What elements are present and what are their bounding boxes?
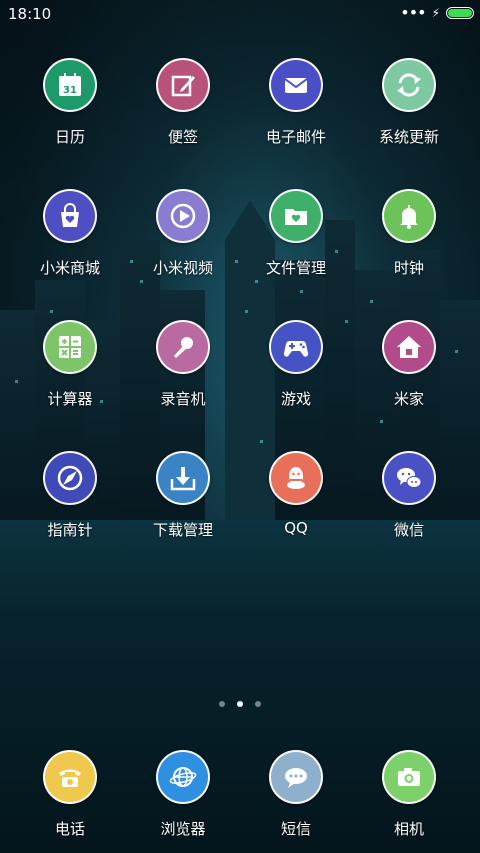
app-label: QQ (284, 519, 308, 537)
app-label: 录音机 (160, 390, 206, 408)
note-edit-icon (156, 58, 210, 112)
app-downloads[interactable]: 下载管理 (127, 451, 239, 540)
app-calculator[interactable]: 计算器 (14, 320, 126, 409)
house-icon (382, 320, 436, 374)
app-label: 相机 (393, 820, 424, 838)
app-mijia[interactable]: 米家 (353, 320, 465, 409)
app-label: 微信 (393, 521, 424, 539)
dock-browser[interactable]: 浏览器 (127, 750, 239, 839)
microphone-icon (156, 320, 210, 374)
camera-icon (382, 750, 436, 804)
app-wechat[interactable]: 微信 (353, 451, 465, 540)
app-label: 系统更新 (378, 128, 439, 146)
app-label: 日历 (54, 128, 85, 146)
app-label: 计算器 (47, 390, 93, 408)
charging-icon: ⚡ (431, 6, 440, 20)
app-clock[interactable]: 时钟 (353, 189, 465, 278)
app-notes[interactable]: 便签 (127, 58, 239, 147)
globe-icon (156, 750, 210, 804)
app-mi-store[interactable]: 小米商城 (14, 189, 126, 278)
refresh-arrows-icon (382, 58, 436, 112)
bell-icon (382, 189, 436, 243)
compass-icon (43, 451, 97, 505)
status-bar: 18:10 ••• ⚡ (0, 0, 480, 30)
envelope-icon (269, 58, 323, 112)
calculator-icon (43, 320, 97, 374)
app-email[interactable]: 电子邮件 (240, 58, 352, 147)
app-label: 小米商城 (39, 259, 100, 277)
app-label: 小米视频 (152, 259, 213, 277)
app-file-manager[interactable]: 文件管理 (240, 189, 352, 278)
folder-icon (269, 189, 323, 243)
more-dots-icon: ••• (400, 3, 426, 22)
app-label: 文件管理 (265, 259, 326, 277)
status-time: 18:10 (8, 5, 52, 23)
play-icon (156, 189, 210, 243)
app-label: 浏览器 (160, 820, 206, 838)
page-dot[interactable] (219, 701, 225, 707)
app-label: 米家 (393, 390, 424, 408)
page-dot[interactable] (255, 701, 261, 707)
battery-icon (446, 7, 474, 19)
message-icon (269, 750, 323, 804)
app-label: 短信 (280, 820, 311, 838)
page-indicator[interactable] (0, 701, 480, 707)
app-label: 电子邮件 (265, 128, 326, 146)
app-label: 时钟 (393, 259, 424, 277)
app-label: 游戏 (280, 390, 311, 408)
download-icon (156, 451, 210, 505)
dock-camera[interactable]: 相机 (353, 750, 465, 839)
app-label: 下载管理 (152, 521, 213, 539)
dock-messages[interactable]: 短信 (240, 750, 352, 839)
page-dot-current[interactable] (237, 701, 243, 707)
chat-bubbles-icon (382, 451, 436, 505)
battery-level (448, 9, 472, 17)
calendar-icon: 31 (43, 58, 97, 112)
app-system-update[interactable]: 系统更新 (353, 58, 465, 147)
app-games[interactable]: 游戏 (240, 320, 352, 409)
status-indicators: ••• ⚡ (400, 3, 474, 22)
app-qq[interactable]: QQ (240, 451, 352, 537)
phone-icon (43, 750, 97, 804)
app-calendar[interactable]: 31 日历 (14, 58, 126, 147)
app-recorder[interactable]: 录音机 (127, 320, 239, 409)
app-label: 便签 (167, 128, 198, 146)
gamepad-icon (269, 320, 323, 374)
app-label: 指南针 (47, 521, 93, 539)
shopping-bag-icon (43, 189, 97, 243)
dock-phone[interactable]: 电话 (14, 750, 126, 839)
qq-penguin-icon (269, 451, 323, 505)
app-mi-video[interactable]: 小米视频 (127, 189, 239, 278)
app-label: 电话 (54, 820, 85, 838)
app-compass[interactable]: 指南针 (14, 451, 126, 540)
svg-text:31: 31 (63, 85, 77, 96)
